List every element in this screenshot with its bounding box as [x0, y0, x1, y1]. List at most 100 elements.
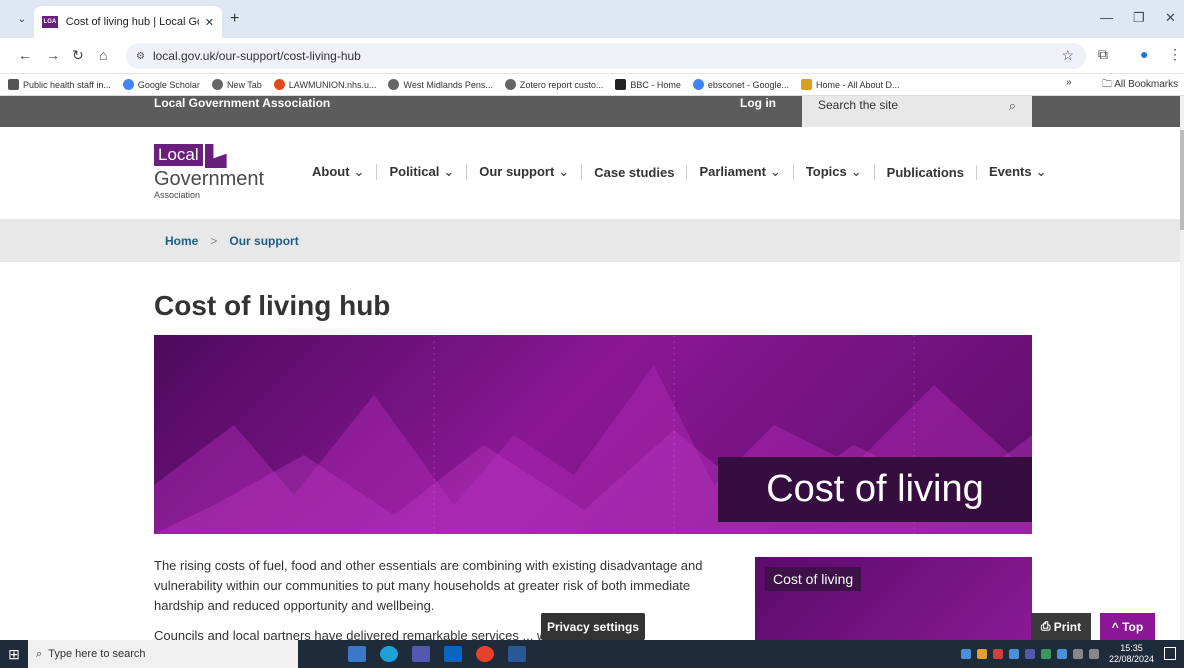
home-icon[interactable]: ⌂: [99, 47, 107, 63]
new-tab-icon[interactable]: +: [230, 10, 239, 28]
search-icon: ⌕: [36, 647, 49, 660]
reload-icon[interactable]: ↻: [72, 47, 84, 64]
breadcrumb-home[interactable]: Home: [165, 234, 198, 248]
globe-icon: [211, 79, 223, 90]
folder-icon: 🗀: [1102, 79, 1115, 90]
bookmarks-bar: Public health staff in... Google Scholar…: [0, 74, 1184, 96]
intro-paragraph: The rising costs of fuel, food and other…: [154, 558, 703, 613]
notification-icon[interactable]: [1164, 647, 1176, 660]
file-explorer-icon[interactable]: [348, 646, 366, 662]
clock-time: 15:35: [1120, 643, 1143, 653]
chevron-down-icon: ⌄: [1035, 164, 1047, 179]
nav-events[interactable]: Events ⌄: [977, 164, 1059, 180]
page-title: Cost of living hub: [154, 290, 391, 321]
breadcrumb: Home > Our support: [0, 219, 1180, 262]
privacy-settings-button[interactable]: Privacy settings: [541, 613, 645, 640]
minimize-icon[interactable]: —: [1100, 10, 1113, 25]
breadcrumb-separator: >: [210, 233, 218, 248]
search-icon[interactable]: ⌕: [1009, 98, 1016, 114]
intro-text: The rising costs of fuel, food and other…: [154, 556, 734, 646]
bookmark-star-icon[interactable]: ☆: [1061, 47, 1074, 64]
bookmark-item[interactable]: New Tab: [211, 79, 262, 90]
nav-topics[interactable]: Topics ⌄: [794, 164, 875, 180]
browser-menu-icon[interactable]: ⋮: [1168, 46, 1182, 63]
chevron-down-icon: ⌄: [850, 164, 862, 179]
org-name[interactable]: Local Government Association: [154, 96, 330, 110]
windows-taskbar: ⊞ ⌕ Type here to search 15:35 22/08/2024: [0, 640, 1184, 668]
google-icon: [692, 79, 704, 90]
globe-icon: [388, 79, 400, 90]
chevron-down-icon: ⌄: [558, 164, 570, 179]
bookmark-item[interactable]: Home - All About D...: [800, 79, 900, 90]
profile-icon[interactable]: ●: [1140, 46, 1148, 62]
tab-search-chevron-icon[interactable]: ⌄: [14, 12, 30, 28]
bookmark-item[interactable]: BBC - Home: [615, 79, 681, 90]
extensions-icon[interactable]: ⧉: [1098, 46, 1108, 63]
all-bookmarks-button[interactable]: 🗀 All Bookmarks: [1102, 77, 1178, 94]
taskbar-search-input[interactable]: ⌕ Type here to search: [28, 640, 298, 668]
tab-close-icon[interactable]: ✕: [205, 16, 214, 29]
chevron-down-icon: ⌄: [443, 164, 455, 179]
nav-case-studies[interactable]: Case studies: [582, 164, 688, 180]
bookmark-item[interactable]: ebsconet - Google...: [692, 79, 789, 90]
tray-app-icon[interactable]: [992, 649, 1003, 659]
bookmark-item[interactable]: Google Scholar: [122, 79, 200, 90]
logo-government: Government: [154, 168, 265, 190]
hero-banner: Cost of living: [154, 335, 1032, 534]
login-link[interactable]: Log in: [740, 96, 776, 110]
browser-tab[interactable]: LGA Cost of living hub | Local Govern ✕: [34, 6, 222, 38]
volume-icon[interactable]: [1088, 649, 1099, 659]
outlook-icon[interactable]: [444, 646, 462, 662]
tray-app-icon[interactable]: [1024, 649, 1035, 659]
window-close-icon[interactable]: ✕: [1165, 10, 1176, 26]
browser-toolbar: ← → ↻ ⌂ ⚙ local.gov.uk/our-support/cost-…: [0, 38, 1184, 74]
tray-app-icon[interactable]: [1056, 649, 1067, 659]
back-arrow-icon[interactable]: ←: [18, 47, 32, 63]
scrollbar-thumb[interactable]: [1180, 130, 1184, 230]
teams-icon[interactable]: [412, 646, 430, 662]
windows-start-icon[interactable]: ⊞: [0, 646, 28, 663]
chrome-icon[interactable]: [476, 646, 494, 662]
bookmark-item[interactable]: Zotero report custo...: [504, 79, 603, 90]
taskbar-clock[interactable]: 15:35 22/08/2024: [1109, 643, 1154, 665]
tray-app-icon[interactable]: [1008, 649, 1019, 659]
edge-icon[interactable]: [380, 646, 398, 662]
tray-app-icon[interactable]: [1040, 649, 1051, 659]
scholar-icon: [122, 79, 134, 90]
tray-app-icon[interactable]: [976, 649, 987, 659]
chevron-down-icon: ⌄: [769, 164, 781, 179]
bookmark-item[interactable]: Public health staff in...: [8, 79, 111, 90]
nav-our-support[interactable]: Our support ⌄: [467, 164, 583, 180]
logo-local: Local: [154, 144, 203, 166]
search-placeholder: Search the site: [818, 98, 899, 112]
site-search-input[interactable]: Search the site ⌕: [802, 96, 1032, 127]
breadcrumb-our-support[interactable]: Our support: [229, 234, 298, 248]
bbc-icon: [615, 79, 627, 90]
printer-icon: ⎙: [1040, 619, 1054, 633]
more-bookmarks-button[interactable]: »: [1066, 77, 1072, 88]
print-button[interactable]: ⎙ Print: [1031, 613, 1091, 640]
word-icon[interactable]: [508, 646, 526, 662]
bookmark-item[interactable]: West Midlands Pens...: [388, 79, 493, 90]
clock-date: 22/08/2024: [1108, 654, 1154, 664]
logo-mark-icon: [204, 144, 227, 168]
tab-title: Cost of living hub | Local Govern: [65, 16, 199, 28]
address-bar[interactable]: ⚙ local.gov.uk/our-support/cost-living-h…: [126, 43, 1086, 69]
nav-political[interactable]: Political ⌄: [377, 164, 468, 180]
bookmark-item[interactable]: LAWMUNION.nhs.u...: [273, 79, 376, 90]
nav-about[interactable]: About ⌄: [300, 164, 378, 180]
system-tray: 15:35 22/08/2024: [955, 640, 1154, 668]
nav-publications[interactable]: Publications: [875, 164, 977, 180]
forward-arrow-icon[interactable]: →: [46, 47, 60, 63]
nav-parliament[interactable]: Parliament ⌄: [687, 164, 794, 180]
main-nav: About ⌄ Political ⌄ Our support ⌄ Case stud…: [300, 160, 1059, 184]
card-label: Cost of living: [765, 567, 862, 591]
logo-association: Association: [154, 190, 201, 200]
lga-logo[interactable]: Local Government Association: [154, 144, 264, 200]
tray-app-icon[interactable]: [960, 649, 971, 659]
back-to-top-button[interactable]: ^ Top: [1100, 613, 1155, 640]
site-info-icon[interactable]: ⚙: [136, 51, 145, 62]
bookmark-favicon-icon: [8, 79, 19, 90]
maximize-icon[interactable]: ❐: [1133, 10, 1145, 26]
wifi-icon[interactable]: [1072, 649, 1083, 659]
